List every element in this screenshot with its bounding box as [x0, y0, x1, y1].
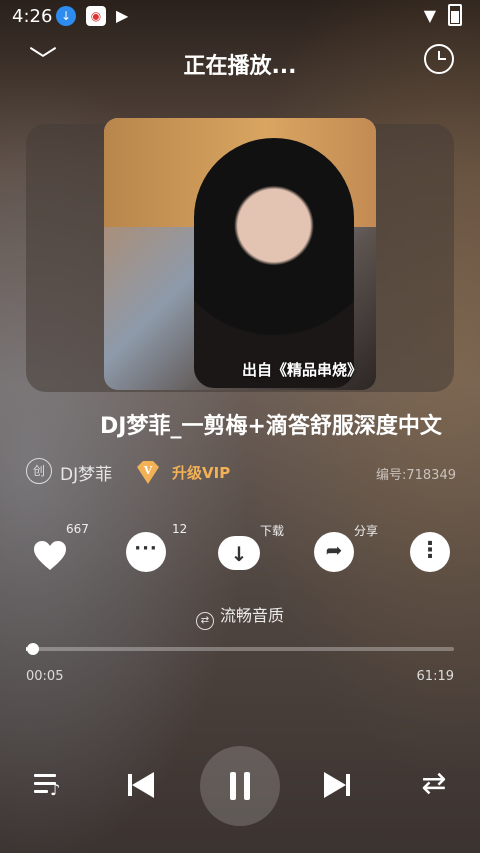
status-bar: 4:26 ↓ ◉ ▶ ▼: [0, 0, 480, 32]
playlist-button[interactable]: ♪: [30, 764, 70, 804]
progress-bar[interactable]: [26, 643, 454, 655]
battery-icon: [448, 4, 462, 26]
alarm-clock-icon[interactable]: [424, 44, 454, 74]
previous-track-button[interactable]: [118, 764, 158, 804]
current-time: 00:05: [26, 669, 64, 684]
vip-badge-letter: V: [143, 464, 153, 477]
previous-icon: [132, 772, 154, 798]
total-time: 61:19: [416, 669, 454, 684]
download-icon: ↓: [56, 6, 76, 26]
next-track-button[interactable]: [320, 764, 360, 804]
artist-name[interactable]: DJ梦菲: [60, 460, 112, 485]
status-time: 4:26: [12, 6, 53, 27]
header: ﹀ 正在播放...: [0, 40, 480, 84]
share-button[interactable]: 分享: [312, 524, 378, 578]
share-icon: [314, 532, 354, 572]
repeat-mode-button[interactable]: ⇄: [414, 764, 454, 804]
page-title: 正在播放...: [183, 54, 297, 79]
song-number: 编号:718349: [375, 468, 456, 483]
repeat-icon: ⇄: [421, 766, 447, 801]
audio-quality[interactable]: ⇄ 流畅音质: [0, 602, 480, 630]
comment-count: 12: [172, 522, 188, 536]
artist-row: 创 DJ梦菲 V 升级VIP 编号:718349: [26, 456, 456, 488]
next-icon: [324, 772, 346, 798]
song-title: DJ梦菲_一剪梅+滴答舒服深度中文: [100, 414, 442, 439]
like-button[interactable]: 667: [28, 522, 89, 578]
app-badge-icon: ◉: [86, 6, 106, 26]
comment-button[interactable]: 12: [124, 522, 187, 578]
download-label: 下载: [260, 524, 285, 538]
like-count: 667: [66, 522, 89, 536]
comment-icon: [126, 532, 166, 572]
more-dots-icon: [410, 532, 450, 572]
share-label: 分享: [354, 524, 379, 538]
album-cover[interactable]: 出自《精品串烧》: [104, 118, 376, 390]
more-button[interactable]: [408, 530, 456, 578]
quality-switch-icon: ⇄: [195, 612, 214, 630]
creator-icon: 创: [26, 458, 52, 484]
play-icon: ▶: [116, 6, 129, 25]
heart-icon: [34, 541, 66, 570]
cloud-download-icon: [218, 536, 260, 570]
upgrade-vip-link[interactable]: 升级VIP: [172, 462, 230, 483]
music-note-icon: ♪: [50, 780, 61, 799]
download-button[interactable]: 下载: [216, 524, 284, 578]
progress-thumb[interactable]: [26, 643, 39, 655]
quality-label: 流畅音质: [219, 606, 284, 625]
vip-diamond-icon[interactable]: V: [134, 458, 162, 486]
action-bar: 667 12 下载 分享: [0, 520, 480, 580]
pause-icon: [230, 772, 236, 800]
pause-button[interactable]: [200, 746, 280, 826]
playback-controls: ♪ ⇄: [0, 746, 480, 828]
wifi-icon: ▼: [423, 6, 436, 25]
cover-caption: 出自《精品串烧》: [241, 361, 362, 379]
